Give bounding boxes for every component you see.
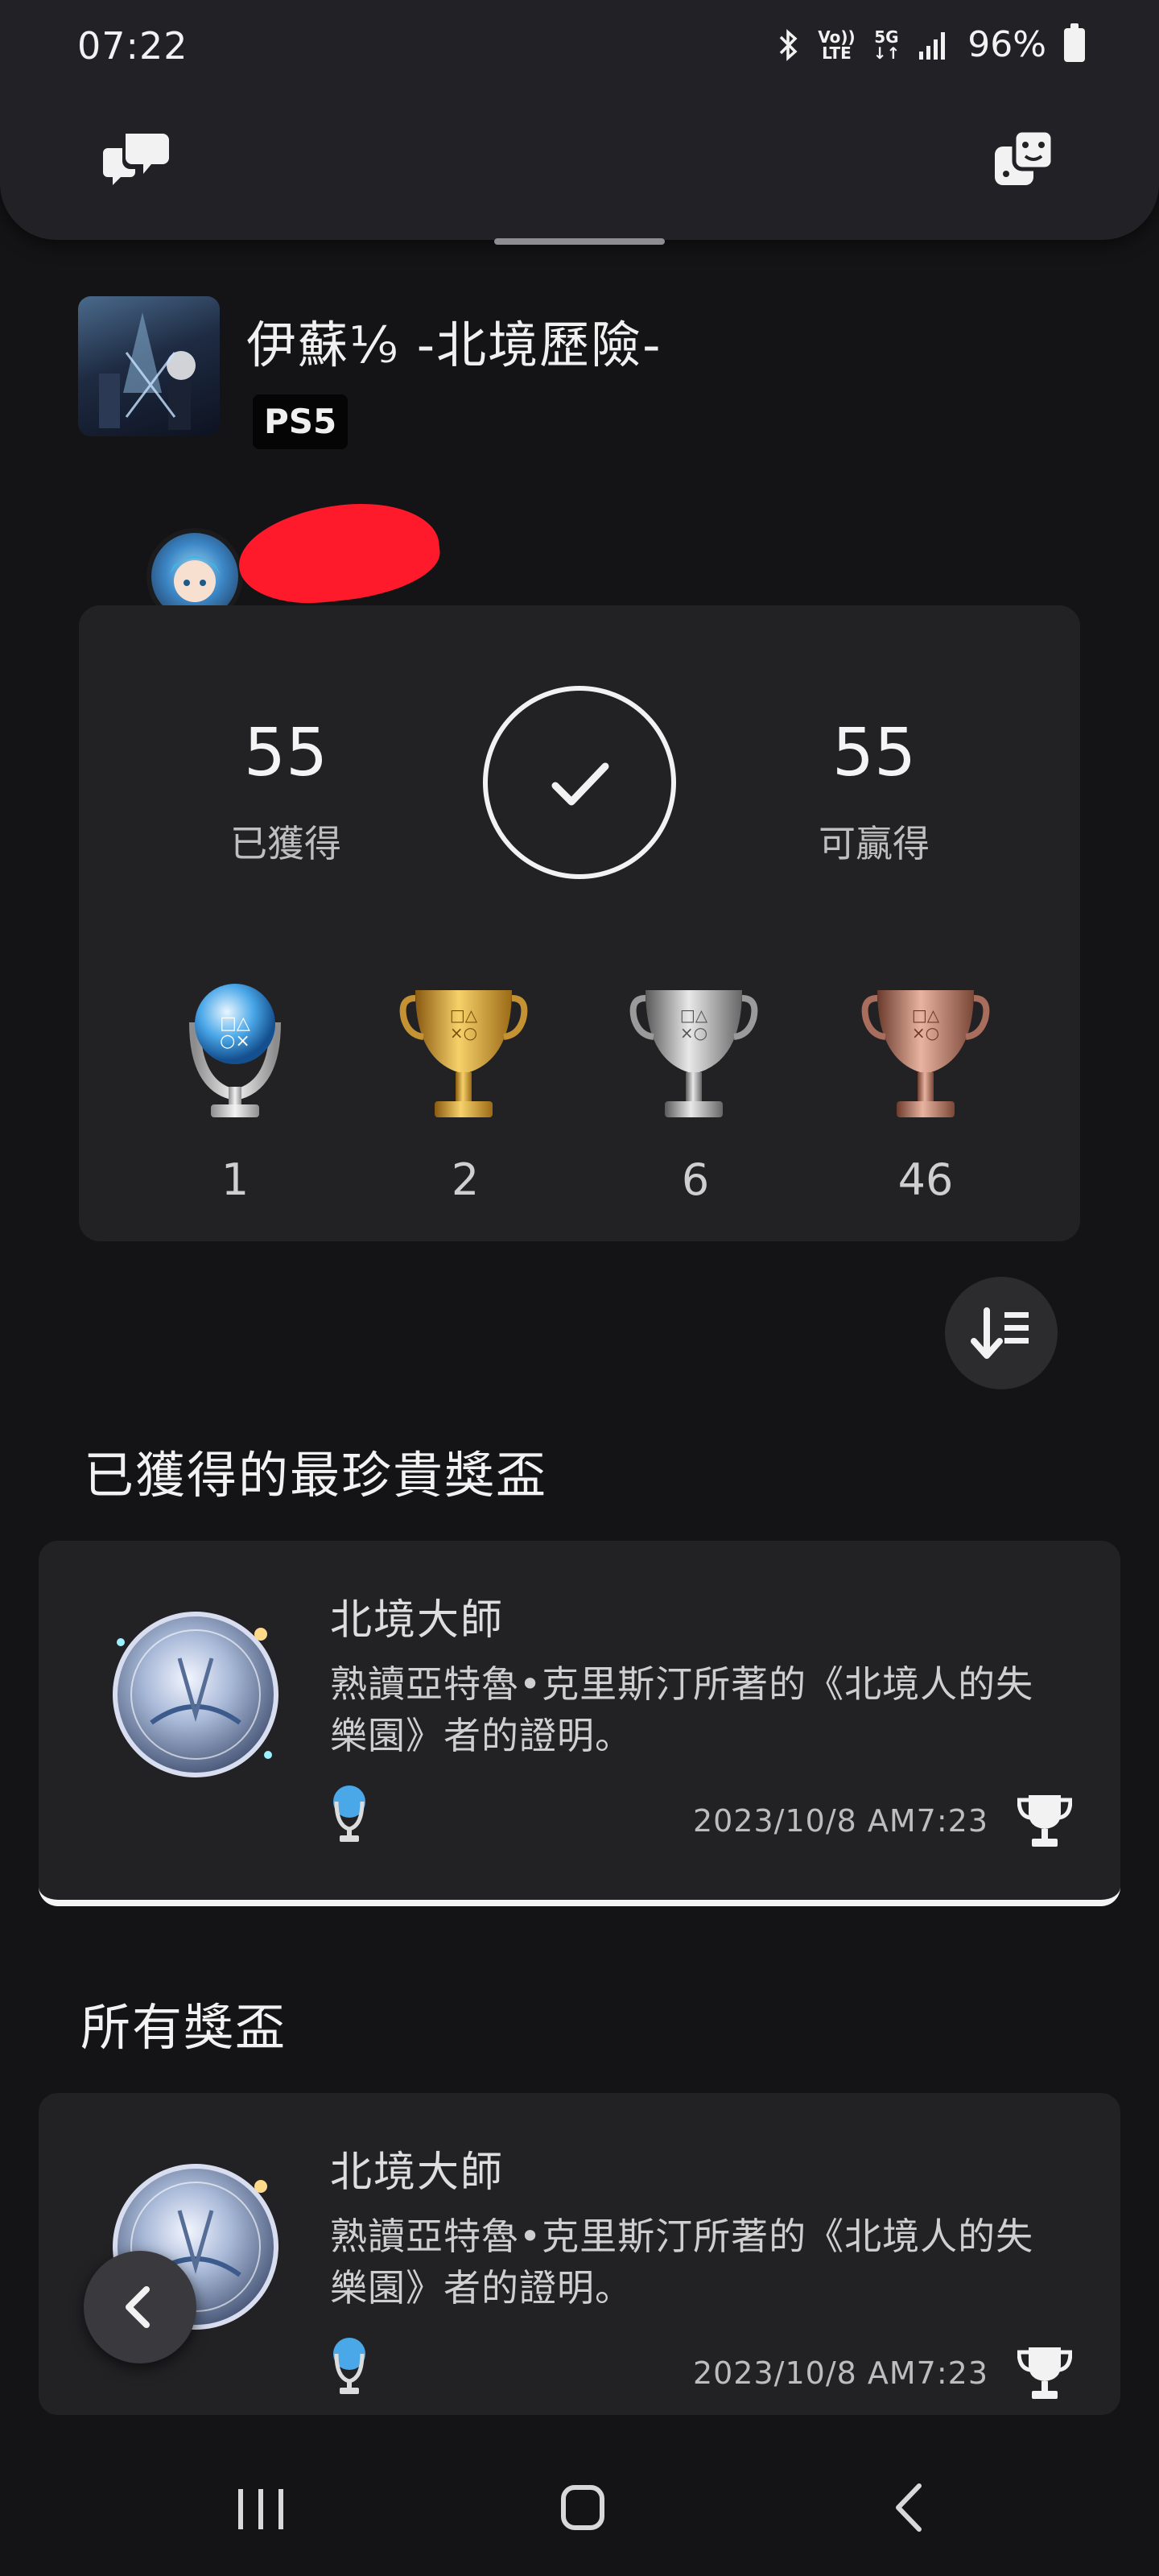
home-icon[interactable] xyxy=(534,2463,631,2552)
svg-text:×○: ×○ xyxy=(912,1023,939,1042)
5g-icon: 5G ↓↑ xyxy=(872,27,901,63)
status-time: 07:22 xyxy=(77,24,188,68)
bronze-count: 46 xyxy=(897,1154,954,1205)
earned-count: 55 xyxy=(243,715,328,791)
svg-text:□△: □△ xyxy=(912,1005,940,1025)
svg-text:○×: ○× xyxy=(220,1031,250,1051)
back-icon[interactable] xyxy=(861,2463,958,2552)
trophy-medal-image xyxy=(113,1612,278,1777)
trophy-description: 熟讀亞特魯•克里斯汀所著的《北境人的失樂園》者的證明。 xyxy=(330,2215,1034,2310)
trophy-list-item[interactable]: 北境大師 熟讀亞特魯•克里斯汀所著的《北境人的失樂園》者的證明。 2023/10… xyxy=(39,2093,1120,2415)
trophy-name: 北境大師 xyxy=(330,1596,505,1645)
platinum-trophy-icon: □△ ○× xyxy=(189,984,281,1117)
status-icons: Vo)) LTE 5G ↓↑ 96% xyxy=(776,23,1085,65)
platinum-trophy-icon xyxy=(333,1785,365,1842)
silver-trophy-icon: □△ ×○ xyxy=(629,990,758,1117)
rarest-section-title: 已獲得的最珍貴獎盃 xyxy=(84,1446,548,1505)
game-icon[interactable] xyxy=(992,129,1056,187)
back-button[interactable] xyxy=(84,2251,196,2363)
checkmark-icon xyxy=(551,762,609,806)
trophy-earned-date: 2023/10/8 AM7:23 xyxy=(692,1803,988,1839)
earned-label: 已獲得 xyxy=(230,822,341,865)
svg-text:□△: □△ xyxy=(450,1005,478,1025)
sort-icon xyxy=(971,1307,1029,1359)
rarest-trophy-card[interactable]: 北境大師 熟讀亞特魯•克里斯汀所著的《北境人的失樂園》者的證明。 2023/10… xyxy=(39,1541,1120,1906)
gold-count: 2 xyxy=(451,1154,480,1205)
battery-icon xyxy=(1064,23,1085,62)
trophy-description: 熟讀亞特魯•克里斯汀所著的《北境人的失樂園》者的證明。 xyxy=(330,1662,1034,1757)
completion-ring xyxy=(483,686,676,879)
platinum-trophy-icon xyxy=(333,2338,365,2394)
chat-bubbles-icon[interactable] xyxy=(103,129,171,187)
svg-text:×○: ×○ xyxy=(680,1023,707,1042)
battery-percent: 96% xyxy=(967,24,1046,65)
silver-count: 6 xyxy=(681,1154,710,1205)
platform-badge: PS5 xyxy=(253,394,349,449)
game-title: 伊蘇⅑ -北境歷險- xyxy=(246,316,662,374)
svg-text:×○: ×○ xyxy=(450,1023,477,1042)
chevron-left-icon xyxy=(126,2286,150,2328)
drag-handle[interactable] xyxy=(494,238,665,245)
redacted-username xyxy=(233,495,444,611)
volte-icon: Vo)) LTE xyxy=(818,27,856,63)
bronze-trophy-icon: □△ ×○ xyxy=(861,990,990,1117)
all-trophies-section-title: 所有獎盃 xyxy=(80,1998,287,2057)
available-label: 可贏得 xyxy=(819,822,930,865)
trophy-icon xyxy=(1017,1795,1072,1847)
trophy-icon xyxy=(1017,2347,1072,2399)
bluetooth-icon xyxy=(780,28,798,61)
sort-button[interactable] xyxy=(945,1277,1058,1389)
platinum-count: 1 xyxy=(221,1154,250,1205)
status-bar: 07:22 Vo)) LTE 5G ↓↑ 96% xyxy=(0,0,1159,97)
signal-icon xyxy=(919,31,946,60)
available-count: 55 xyxy=(831,715,917,791)
trophy-name: 北境大師 xyxy=(330,2149,505,2197)
svg-text:□△: □△ xyxy=(680,1005,708,1025)
gold-trophy-icon: □△ ×○ xyxy=(399,990,528,1117)
trophy-earned-date: 2023/10/8 AM7:23 xyxy=(692,2355,988,2391)
recent-apps-icon[interactable] xyxy=(212,2463,309,2552)
game-cover-image xyxy=(78,296,220,436)
